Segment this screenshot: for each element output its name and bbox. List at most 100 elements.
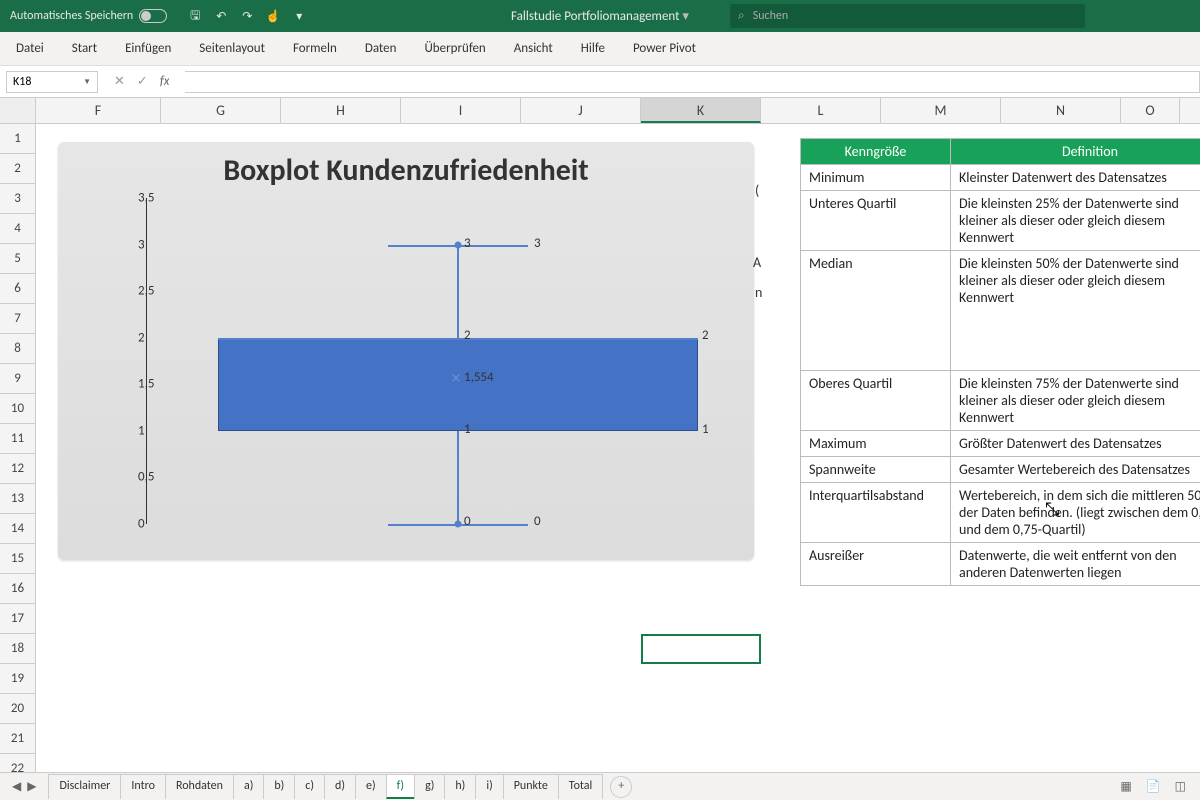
row-header[interactable]: 19 [0,664,35,694]
col-header-f[interactable]: F [36,98,161,123]
tab-formeln[interactable]: Formeln [289,35,341,62]
sheet-tab-i[interactable]: i) [475,774,503,799]
chevron-down-icon[interactable]: ▾ [291,8,307,24]
col-header-g[interactable]: G [161,98,281,123]
row-header[interactable]: 21 [0,724,35,754]
tab-ansicht[interactable]: Ansicht [510,35,557,62]
chart-plot-area: 0 0,5 1 1,5 2 2,5 3 3,5 [98,198,738,548]
row-header[interactable]: 11 [0,424,35,454]
redo-icon[interactable]: ↷ [239,8,255,24]
cells-area[interactable]: ( A n Boxplot Kundenzufriedenheit 0 0,5 … [36,124,1200,772]
sheet-tab-c[interactable]: c) [294,774,325,799]
row-header[interactable]: 10 [0,394,35,424]
data-label: 3 [534,236,541,251]
col-header-h[interactable]: H [281,98,401,123]
tab-powerpivot[interactable]: Power Pivot [629,35,700,62]
sheet-tabs: Disclaimer Intro Rohdaten a) b) c) d) e)… [48,774,602,799]
tab-hilfe[interactable]: Hilfe [577,35,609,62]
tab-start[interactable]: Start [68,35,101,62]
def-header-definition: Definition [951,139,1200,165]
row-header[interactable]: 20 [0,694,35,724]
data-label: 2 [702,328,709,343]
tab-nav-prev-icon[interactable]: ◀ [12,779,21,794]
undo-icon[interactable]: ↶ [213,8,229,24]
boxplot-whisker-lower [457,431,459,524]
tab-seitenlayout[interactable]: Seitenlayout [195,35,269,62]
table-row: AusreißerDatenwerte, die weit entfernt v… [801,543,1200,586]
view-break-icon[interactable]: ◫ [1175,779,1186,794]
sheet-tab-d[interactable]: d) [324,774,356,799]
view-page-icon[interactable]: 📄 [1146,779,1161,794]
row-header[interactable]: 3 [0,184,35,214]
save-icon[interactable]: 🖫 [187,8,203,24]
toggle-off-icon[interactable] [139,9,167,23]
tab-daten[interactable]: Daten [361,35,401,62]
row-header[interactable]: 2 [0,154,35,184]
table-row: MinimumKleinster Datenwert des Datensatz… [801,165,1200,191]
cell-text: ( [755,182,759,199]
name-box[interactable]: K18 ▼ [6,71,98,93]
row-header[interactable]: 15 [0,544,35,574]
chevron-down-icon[interactable]: ▼ [83,77,91,87]
sheet-tab-h[interactable]: h) [444,774,476,799]
title-bar: Automatisches Speichern 🖫 ↶ ↷ ☝ ▾ Fallst… [0,0,1200,32]
document-title[interactable]: Fallstudie Portfoliomanagement ▾ [511,9,689,24]
col-header-j[interactable]: J [521,98,641,123]
row-header[interactable]: 7 [0,304,35,334]
touch-icon[interactable]: ☝ [265,8,281,24]
sheet-tab-a[interactable]: a) [233,774,264,799]
fx-icon[interactable]: fx [160,74,170,89]
autosave-toggle[interactable]: Automatisches Speichern [0,9,177,23]
select-all-corner[interactable] [0,98,36,123]
cancel-icon[interactable]: ✕ [114,74,125,89]
sheet-tab-punkte[interactable]: Punkte [503,774,559,799]
data-label: 0 [464,514,471,529]
formula-input[interactable] [185,71,1200,93]
tab-ueberpruefen[interactable]: Überprüfen [420,35,489,62]
cell-text: n [755,284,762,301]
col-header-n[interactable]: N [1001,98,1121,123]
active-cell[interactable] [641,634,761,664]
confirm-icon[interactable]: ✓ [137,74,148,89]
row-header[interactable]: 13 [0,484,35,514]
sheet-tab-f[interactable]: f) [386,774,415,799]
col-header-l[interactable]: L [761,98,881,123]
add-sheet-button[interactable]: + [610,776,632,798]
sheet-tab-intro[interactable]: Intro [120,774,166,799]
table-row: SpannweiteGesamter Wertebereich des Date… [801,457,1200,483]
tab-einfuegen[interactable]: Einfügen [121,35,175,62]
row-header[interactable]: 8 [0,334,35,364]
view-normal-icon[interactable]: ▦ [1120,779,1131,794]
table-row: Oberes QuartilDie kleinsten 75% der Date… [801,371,1200,431]
table-row: InterquartilsabstandWertebereich, in dem… [801,483,1200,543]
row-header[interactable]: 16 [0,574,35,604]
column-headers: F G H I J K L M N O [0,98,1200,124]
boxplot-mean-marker: ✕ [451,372,462,387]
row-header[interactable]: 12 [0,454,35,484]
col-header-k[interactable]: K [641,98,761,123]
sheet-tab-b[interactable]: b) [263,774,295,799]
col-header-m[interactable]: M [881,98,1001,123]
row-header[interactable]: 18 [0,634,35,664]
row-header[interactable]: 14 [0,514,35,544]
tab-datei[interactable]: Datei [12,35,48,62]
search-input[interactable]: ⌕ Suchen [730,4,1085,28]
tab-nav-next-icon[interactable]: ▶ [27,779,36,794]
row-header[interactable]: 1 [0,124,35,154]
row-header[interactable]: 4 [0,214,35,244]
table-row: MedianDie kleinsten 50% der Datenwerte s… [801,251,1200,371]
col-header-o[interactable]: O [1121,98,1180,123]
data-label: 3 [464,236,471,251]
sheet-tab-disclaimer[interactable]: Disclaimer [48,774,121,799]
data-label: 0 [534,514,541,529]
col-header-i[interactable]: I [401,98,521,123]
sheet-tab-rohdaten[interactable]: Rohdaten [165,774,234,799]
sheet-tab-total[interactable]: Total [558,774,603,799]
sheet-tab-g[interactable]: g) [414,774,445,799]
sheet-tab-e[interactable]: e) [355,774,387,799]
row-header[interactable]: 17 [0,604,35,634]
row-header[interactable]: 9 [0,364,35,394]
chart-object[interactable]: Boxplot Kundenzufriedenheit 0 0,5 1 1,5 … [58,142,754,560]
row-header[interactable]: 5 [0,244,35,274]
row-header[interactable]: 6 [0,274,35,304]
